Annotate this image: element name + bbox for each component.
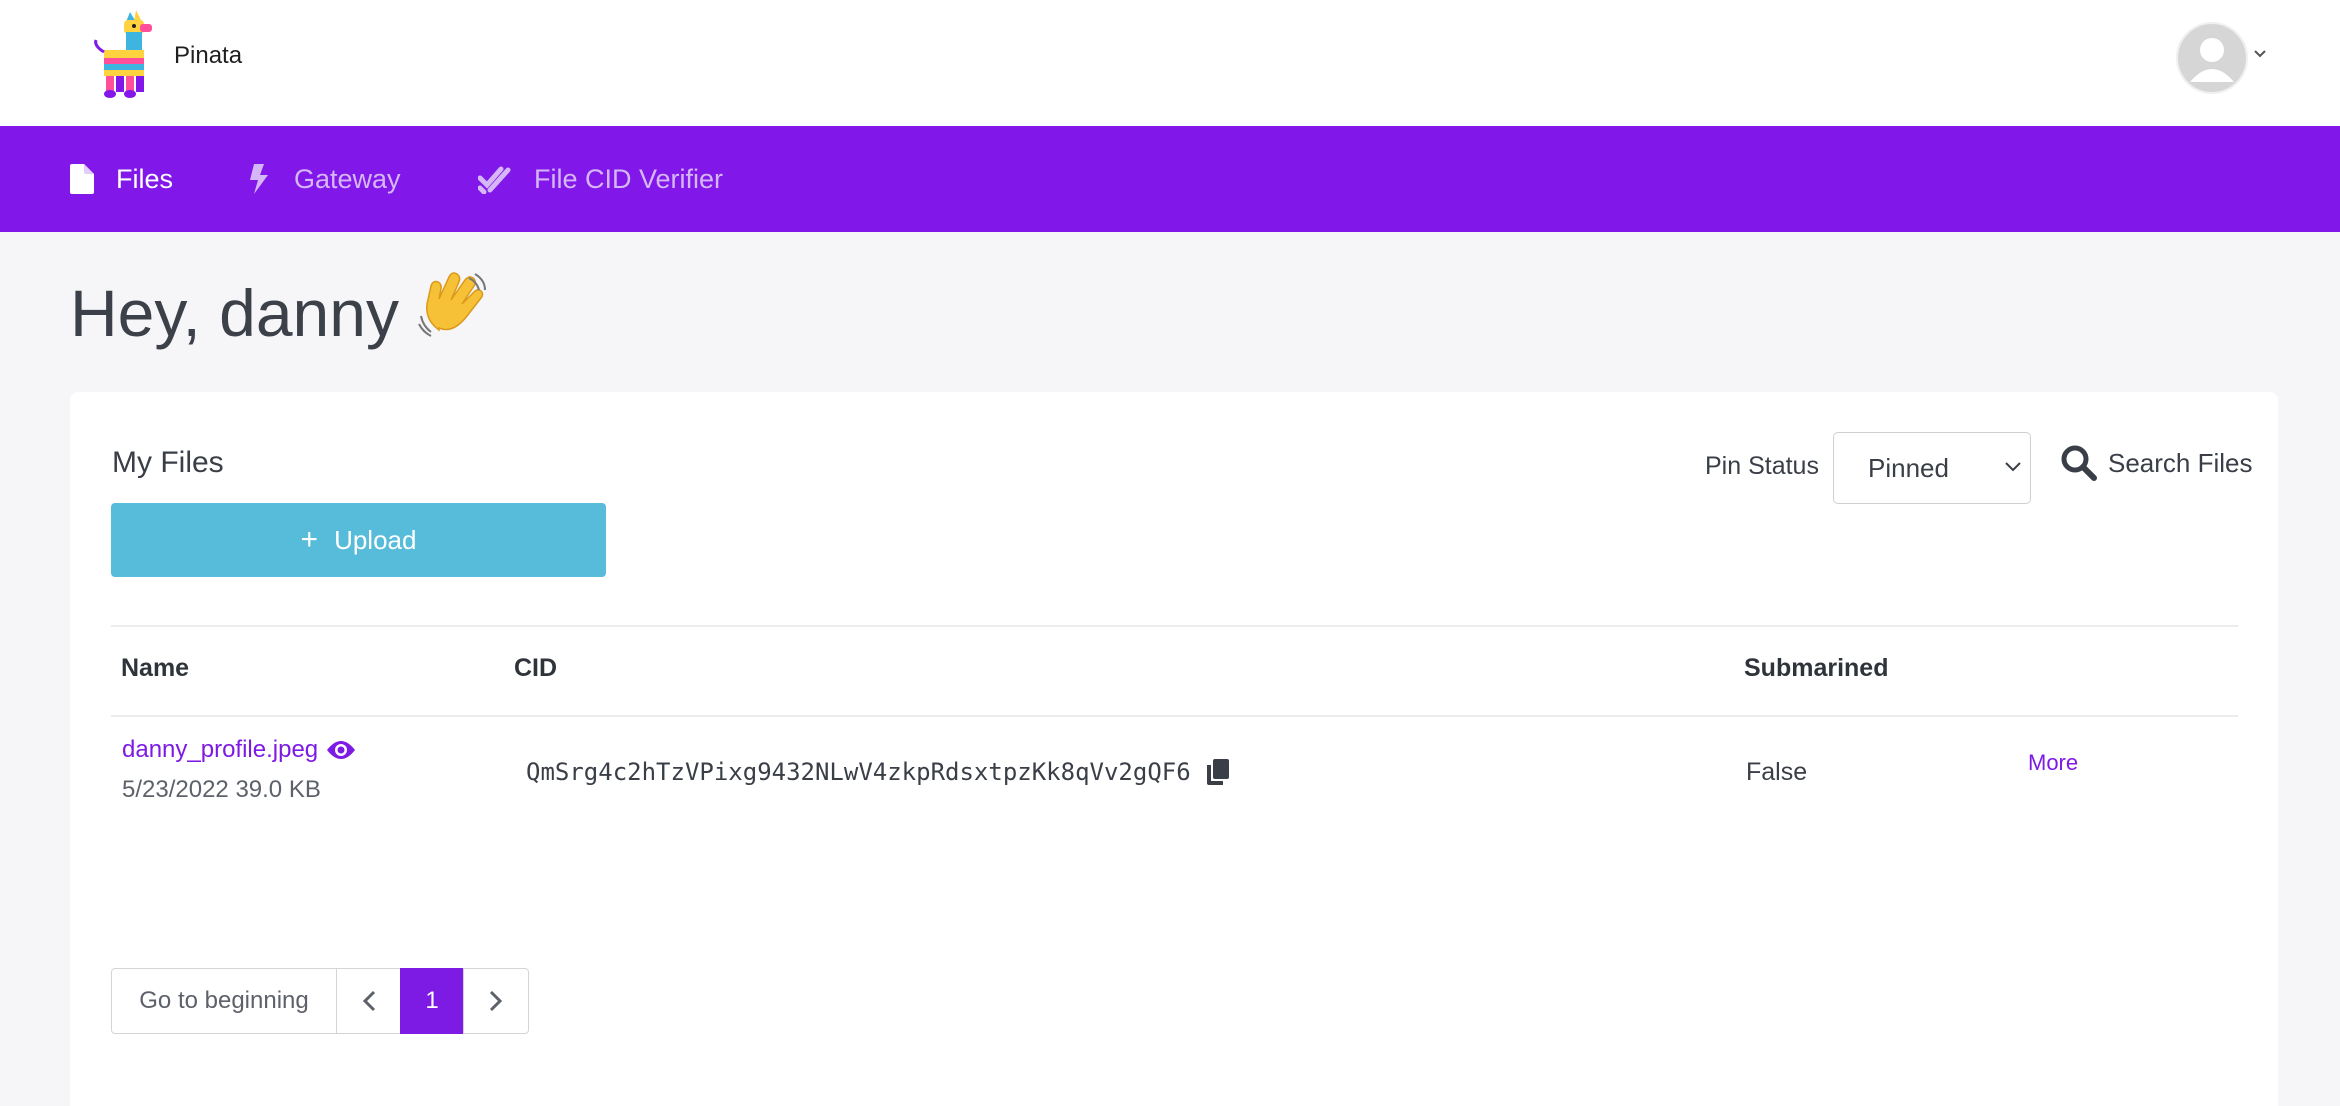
next-page-button[interactable] <box>462 968 529 1034</box>
top-header: Pinata <box>0 0 2340 126</box>
previous-page-button[interactable] <box>335 968 402 1034</box>
search-files-button[interactable]: Search Files <box>2060 444 2253 482</box>
nav-item-files[interactable]: Files <box>70 126 173 232</box>
chevron-left-icon <box>362 990 375 1012</box>
chevron-down-icon[interactable] <box>2252 46 2268 62</box>
pagination: Go to beginning 1 <box>111 968 529 1034</box>
chevron-down-icon <box>2005 462 2021 472</box>
chevron-right-icon <box>489 990 502 1012</box>
cid-value: QmSrg4c2hTzVPixg9432NLwV4zkpRdsxtpzKk8qV… <box>526 758 1191 786</box>
submarined-value: False <box>1746 758 1808 786</box>
avatar[interactable] <box>2176 22 2248 94</box>
plus-icon: + <box>300 523 319 556</box>
upload-button[interactable]: + Upload <box>111 503 606 577</box>
pin-status-label: Pin Status <box>1705 452 1819 480</box>
eye-icon[interactable] <box>326 739 356 761</box>
column-header-name: Name <box>121 654 190 682</box>
nav-label-files: Files <box>116 163 174 194</box>
page-title: Hey, danny <box>70 272 487 353</box>
pin-status-value: Pinned <box>1868 453 1949 483</box>
nav-item-gateway[interactable]: Gateway <box>250 126 401 232</box>
more-link[interactable]: More <box>2028 750 2078 776</box>
file-cid: QmSrg4c2hTzVPixg9432NLwV4zkpRdsxtpzKk8qV… <box>526 758 1229 786</box>
bolt-icon <box>250 164 268 194</box>
divider <box>111 625 2238 627</box>
user-menu[interactable] <box>2176 22 2272 94</box>
check-double-icon <box>478 166 511 194</box>
file-icon <box>70 164 94 194</box>
upload-label: Upload <box>334 524 417 555</box>
my-files-card: My Files + Upload Pin Status Pinned Sear… <box>70 392 2278 1106</box>
nav-label-cid-verifier: File CID Verifier <box>534 163 724 194</box>
pinata-logo-icon[interactable] <box>90 8 162 104</box>
column-header-submarined: Submarined <box>1744 654 1889 682</box>
main-nav: Files Gateway File CID Verifier <box>0 126 2340 232</box>
page-number-button[interactable]: 1 <box>400 968 464 1034</box>
copy-icon[interactable] <box>1206 759 1229 785</box>
file-name: danny_profile.jpeg <box>122 736 319 763</box>
pin-status-select[interactable]: Pinned <box>1833 432 2031 504</box>
nav-label-gateway: Gateway <box>294 163 401 194</box>
brand-name: Pinata <box>174 42 243 69</box>
search-files-label: Search Files <box>2108 447 2253 478</box>
divider <box>111 715 2238 717</box>
waving-hand-icon <box>417 272 487 353</box>
nav-item-cid-verifier[interactable]: File CID Verifier <box>478 126 723 232</box>
greeting-text: Hey, danny <box>70 275 399 350</box>
my-files-title: My Files <box>112 446 224 479</box>
go-to-beginning-button[interactable]: Go to beginning <box>111 968 337 1034</box>
column-header-cid: CID <box>514 654 558 682</box>
file-meta: 5/23/2022 39.0 KB <box>122 776 321 803</box>
search-icon <box>2061 445 2097 481</box>
file-name-link[interactable]: danny_profile.jpeg <box>122 736 356 764</box>
